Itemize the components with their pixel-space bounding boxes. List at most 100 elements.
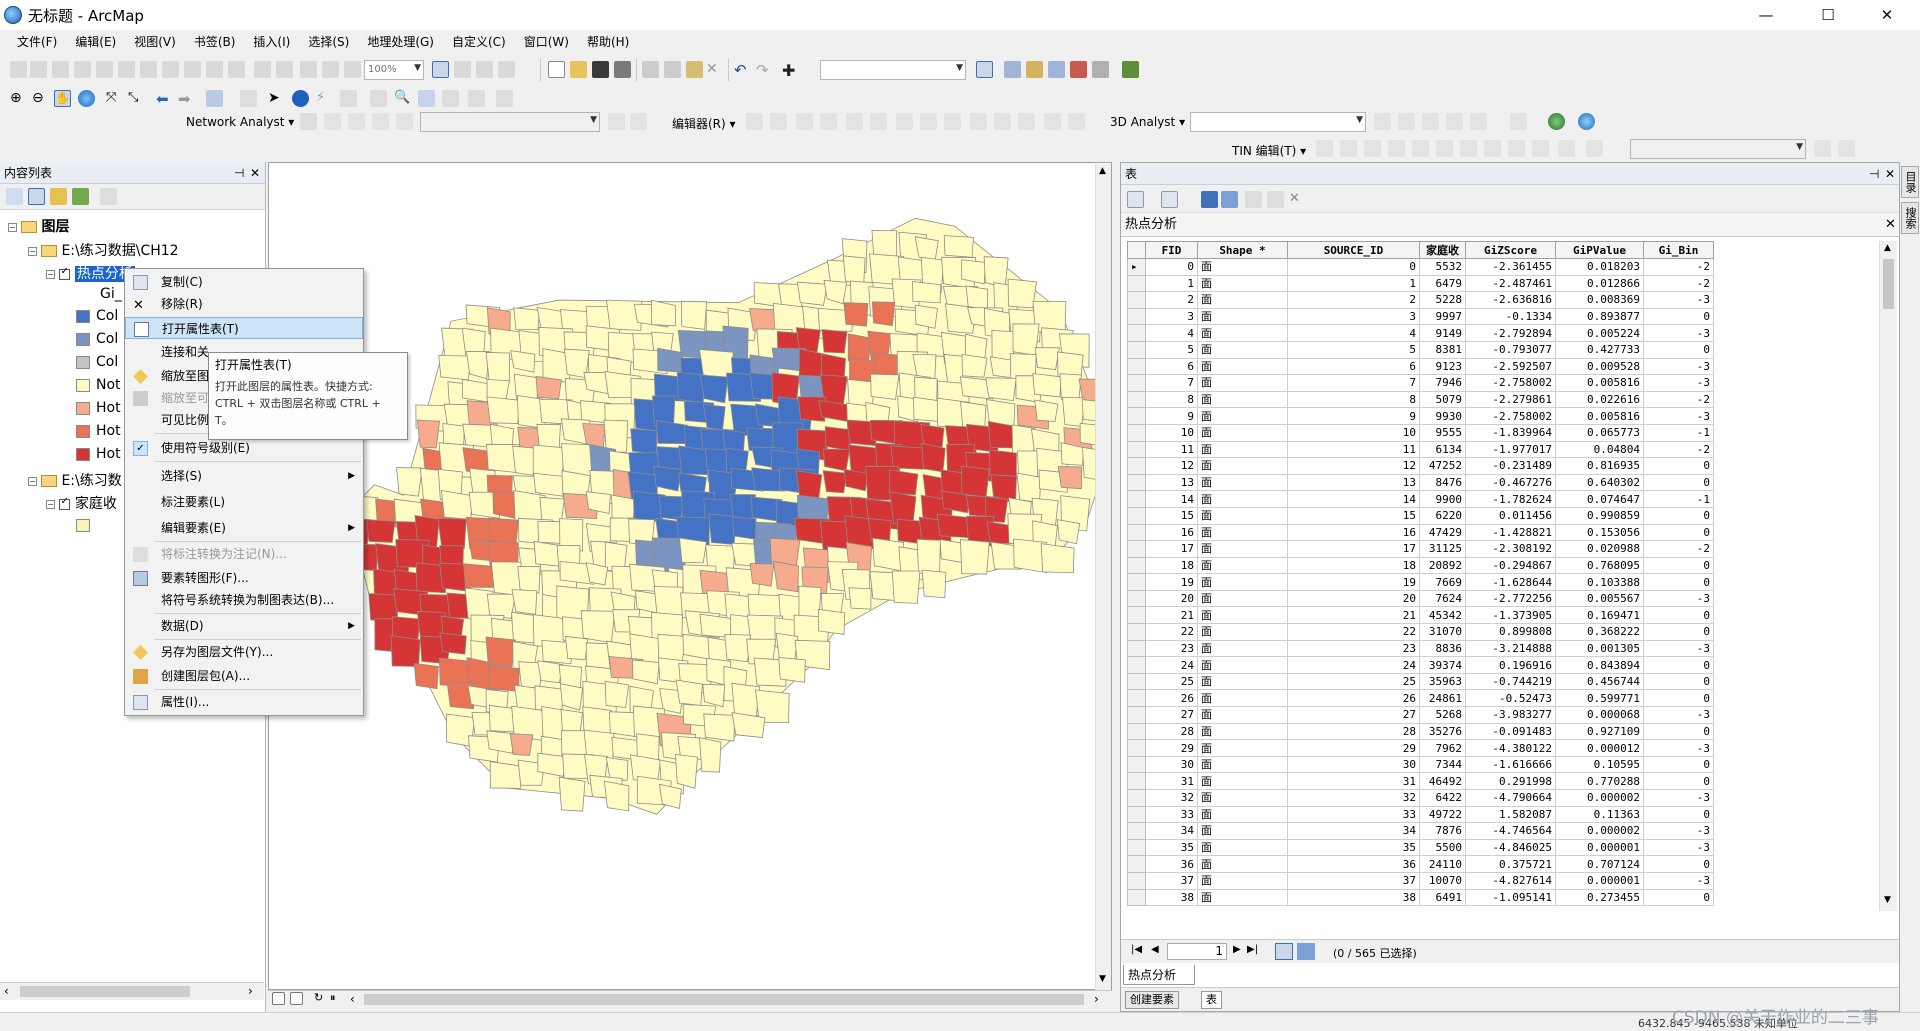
table-cell[interactable]: -0.231489 [1465,457,1556,475]
menu-item-selection[interactable]: 选择(S) ▶ [125,465,363,487]
table-cell[interactable]: 0.640302 [1555,473,1644,492]
table-cell[interactable]: 0 [1643,606,1714,625]
menu-item-convert-labels[interactable]: 将标注转换为注记(N)... [125,543,363,565]
next-record-icon[interactable]: ▶ [1233,944,1241,955]
table-cell[interactable]: 39374 [1419,656,1466,674]
table-cell[interactable]: 1 [1287,274,1420,293]
table-cell[interactable]: 0.770288 [1555,772,1644,790]
census-tract[interactable] [914,304,938,329]
table-cell[interactable]: 0.008369 [1555,291,1644,309]
tin-tool-icon-2[interactable] [1340,140,1357,157]
census-tract[interactable] [517,566,541,594]
table-cell[interactable]: 0 [1643,340,1714,359]
column-header[interactable]: SOURCE_ID [1287,241,1420,259]
table-cell[interactable]: -2.636816 [1465,291,1556,309]
row-selector[interactable] [1127,506,1146,525]
table-cell[interactable]: 36 [1287,855,1420,873]
table-cell[interactable]: 0.11363 [1555,805,1644,824]
network-tool-icon-5[interactable] [396,113,413,130]
menu-geoprocessing[interactable]: 地理处理(G) [358,30,443,54]
tin-tool-icon[interactable] [1316,140,1333,157]
census-tract[interactable] [921,442,946,473]
row-selector[interactable] [1127,805,1146,824]
row-selector[interactable] [1127,606,1146,625]
layout-zoom-combo[interactable]: 100% ▼ [364,60,424,80]
table-cell[interactable]: 0.599771 [1555,689,1644,708]
table-cell[interactable]: 0.065773 [1555,423,1644,442]
table-cell[interactable]: 面 [1197,789,1288,807]
table-cell[interactable]: 2 [1145,291,1198,309]
tin-tool-icon-12[interactable] [1586,140,1603,157]
scroll-left-icon[interactable]: ‹ [350,992,355,1006]
table-cell[interactable]: 0 [1643,523,1714,542]
menu-item-save-layer-file[interactable]: 另存为图层文件(Y)... [125,641,363,663]
tin-tool-icon-3[interactable] [1364,140,1381,157]
table-cell[interactable]: 面 [1197,606,1288,625]
find-icon[interactable]: 🔍 [394,90,411,107]
row-selector[interactable] [1127,689,1146,708]
row-selector[interactable] [1127,390,1146,409]
table-row[interactable]: 11 面 11 6134 -1.977017 0.04804 -2 [1127,440,1714,459]
3d-layer-combo[interactable]: ▼ [1190,112,1366,132]
table-cell[interactable]: 6134 [1419,440,1466,459]
menu-item-properties[interactable]: 属性(I)... [125,691,363,713]
table-cell[interactable]: 面 [1197,357,1288,376]
table-cell[interactable]: -3 [1643,739,1714,757]
table-cell[interactable]: 面 [1197,440,1288,459]
table-cell[interactable]: 0.000002 [1555,789,1644,807]
fixed-zoom-icon[interactable] [254,61,271,78]
census-tract[interactable] [603,419,628,453]
table-cell[interactable]: 25 [1145,672,1198,691]
row-selector[interactable] [1127,755,1146,774]
show-all-records-icon[interactable] [1275,943,1293,960]
table-options-icon[interactable] [1127,191,1144,208]
edit-tool-icon-11[interactable] [994,113,1011,130]
table-row[interactable]: 14 面 14 9900 -1.782624 0.074647 -1 [1127,490,1714,508]
table-row[interactable]: 36 面 36 24110 0.375721 0.707124 0 [1127,855,1714,873]
table-cell[interactable]: 32 [1287,789,1420,807]
census-tract[interactable] [824,426,851,452]
table-cell[interactable]: 0.005816 [1555,374,1644,392]
table-cell[interactable]: 面 [1197,274,1288,293]
table-row[interactable]: 29 面 29 7962 -4.380122 0.000012 -3 [1127,739,1714,757]
census-tract[interactable] [1057,466,1083,490]
map-hscroll-thumb[interactable] [364,994,1084,1005]
map-scale-combo[interactable]: ▼ [820,60,966,80]
3d-tool-icon[interactable] [1374,113,1391,130]
table-cell[interactable]: -2.308192 [1465,540,1556,558]
new-map-icon[interactable] [10,61,27,78]
menu-view[interactable]: 视图(V) [125,30,185,54]
table-cell[interactable]: 33 [1287,805,1420,824]
table-row[interactable]: 17 面 17 31125 -2.308192 0.020988 -2 [1127,540,1714,558]
row-selector[interactable] [1127,307,1146,326]
minimize-button[interactable]: — [1743,0,1789,30]
census-tract[interactable] [604,680,629,708]
table-cell[interactable]: 4 [1145,324,1198,342]
table-cell[interactable]: 0.893877 [1555,307,1644,326]
row-selector[interactable] [1127,589,1146,608]
census-tract[interactable] [732,517,757,540]
table-cell[interactable]: 18 [1145,556,1198,575]
add-data-icon[interactable]: ✚ [782,61,799,80]
table-cell[interactable]: -1 [1643,490,1714,508]
zoom-out-icon[interactable]: ⊖ [32,90,49,107]
table-cell[interactable]: 0.375721 [1465,855,1556,873]
table-cell[interactable]: 0 [1643,689,1714,708]
census-tract[interactable] [936,513,971,539]
table-cell[interactable]: 6 [1145,357,1198,376]
census-tract[interactable] [1016,472,1042,504]
table-row[interactable]: 35 面 35 5500 -4.846025 0.000001 -3 [1127,838,1714,857]
table-tab-hotspot[interactable]: 热点分析 [1123,965,1195,985]
menu-item-label-features[interactable]: 标注要素(L) [125,491,363,513]
arctoolbox-icon[interactable] [1070,61,1087,78]
show-selected-records-icon[interactable] [1297,943,1315,960]
census-tract[interactable] [1040,543,1075,574]
table-cell[interactable]: -2 [1643,540,1714,558]
census-tract[interactable] [657,633,687,662]
collapse-icon[interactable]: − [46,499,55,509]
redo-icon[interactable]: ↷ [756,61,773,79]
row-selector[interactable] [1127,573,1146,591]
table-cell[interactable]: -4.790664 [1465,789,1556,807]
collapse-icon[interactable]: − [8,222,17,232]
table-cell[interactable]: 0.927109 [1555,722,1644,741]
